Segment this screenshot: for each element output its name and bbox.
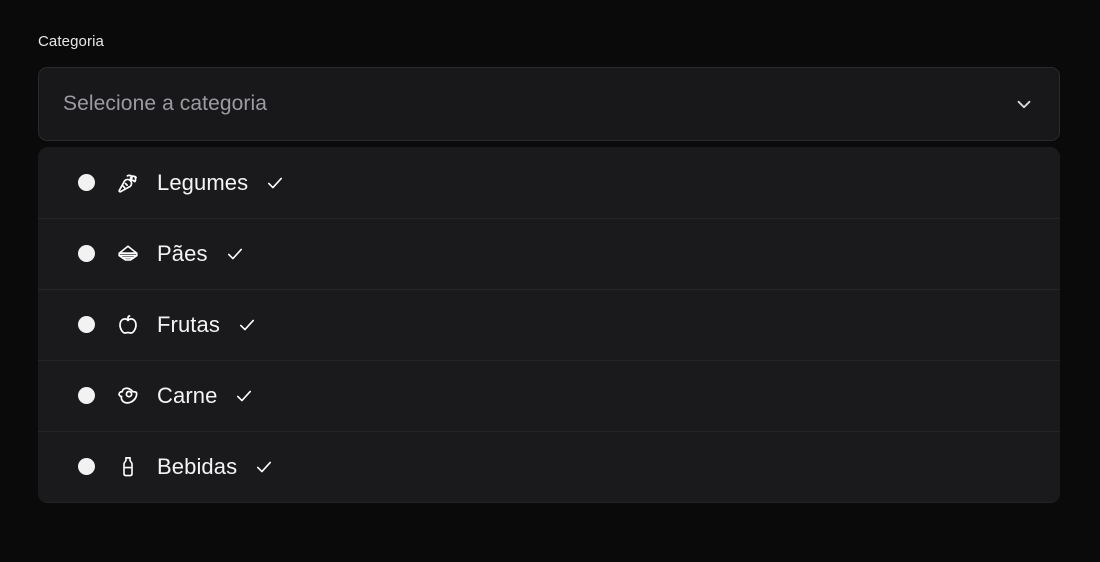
apple-icon xyxy=(115,312,141,338)
check-icon xyxy=(224,243,246,265)
category-field-label: Categoria xyxy=(38,33,104,50)
radio-filled-icon[interactable] xyxy=(78,174,95,191)
radio-filled-icon[interactable] xyxy=(78,245,95,262)
check-icon xyxy=(233,385,255,407)
category-select-placeholder: Selecione a categoria xyxy=(63,92,268,115)
meat-icon xyxy=(115,383,141,409)
option-label: Pães xyxy=(157,240,208,266)
option-label: Bebidas xyxy=(157,453,238,479)
option-row[interactable]: Pães xyxy=(38,218,1060,289)
category-options-list: Legumes Pães Frutas Carne Bebidas xyxy=(38,147,1060,502)
check-icon xyxy=(253,456,275,478)
check-icon xyxy=(264,172,286,194)
option-label: Frutas xyxy=(157,311,220,337)
radio-filled-icon[interactable] xyxy=(78,316,95,333)
option-label: Carne xyxy=(157,382,218,408)
chevron-down-icon[interactable] xyxy=(1011,91,1037,117)
option-row[interactable]: Bebidas xyxy=(38,431,1060,502)
check-icon xyxy=(236,314,258,336)
option-label: Legumes xyxy=(157,169,249,195)
bread-icon xyxy=(115,241,141,267)
app-screen: Categoria Selecione a categoria Legumes … xyxy=(0,0,1100,562)
option-row[interactable]: Frutas xyxy=(38,289,1060,360)
bottle-icon xyxy=(115,454,141,480)
radio-filled-icon[interactable] xyxy=(78,458,95,475)
option-row[interactable]: Carne xyxy=(38,360,1060,431)
option-row[interactable]: Legumes xyxy=(38,147,1060,218)
radio-filled-icon[interactable] xyxy=(78,387,95,404)
category-select[interactable]: Selecione a categoria xyxy=(38,67,1060,141)
carrot-icon xyxy=(115,170,141,196)
